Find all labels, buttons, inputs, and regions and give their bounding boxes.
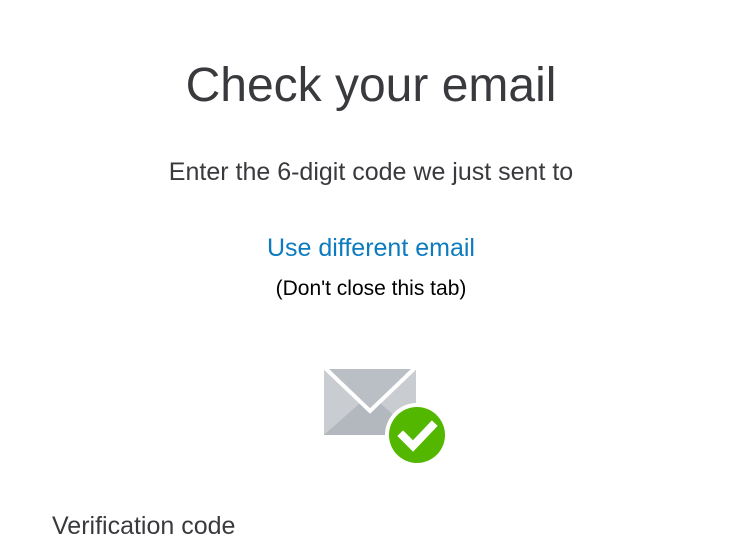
instruction-text: Enter the 6-digit code we just sent to [168, 158, 574, 186]
envelope-icon [322, 365, 449, 467]
checkmark-icon [385, 403, 449, 467]
verification-code-label: Verification code [52, 512, 236, 540]
use-different-email-link[interactable]: Use different email [0, 232, 742, 264]
email-sent-illustration [322, 365, 450, 469]
page-title: Check your email [185, 59, 557, 112]
dont-close-tab-note: (Don't close this tab) [275, 277, 467, 300]
